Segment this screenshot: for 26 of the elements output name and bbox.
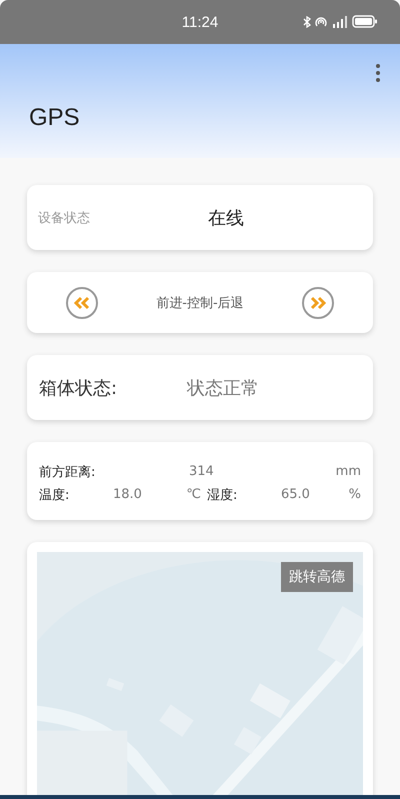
rewind-button[interactable]: [66, 286, 98, 318]
signal-icon: [331, 16, 349, 28]
temperature-label: 温度:: [39, 486, 70, 504]
temperature-value: 18.0: [113, 487, 143, 502]
distance-label: 前方距离:: [39, 464, 96, 480]
clock-time: 11:24: [182, 14, 218, 30]
temperature-unit: ℃: [185, 487, 201, 502]
double-chevron-left-icon: [73, 296, 91, 310]
app-title: GPS: [29, 104, 80, 132]
humidity-label: 湿度:: [207, 486, 238, 504]
battery-icon: [352, 15, 378, 28]
box-status-label: 箱体状态:: [39, 376, 118, 400]
device-status-value: 在线: [208, 206, 244, 230]
distance-unit: mm: [336, 464, 361, 479]
device-status-label: 设备状态: [38, 210, 91, 226]
double-chevron-right-icon: [308, 296, 327, 310]
control-label: 前进-控制-后退: [156, 294, 244, 312]
more-icon[interactable]: [374, 64, 382, 82]
fast-forward-button[interactable]: [302, 286, 334, 318]
humidity-unit: %: [348, 487, 361, 502]
box-status-value: 状态正常: [187, 376, 259, 400]
hotspot-icon: [314, 16, 328, 28]
open-map-button[interactable]: 跳转高德: [281, 562, 353, 592]
humidity-value: 65.0: [281, 487, 311, 502]
bluetooth-icon: [303, 16, 311, 28]
distance-value: 314: [189, 464, 215, 479]
